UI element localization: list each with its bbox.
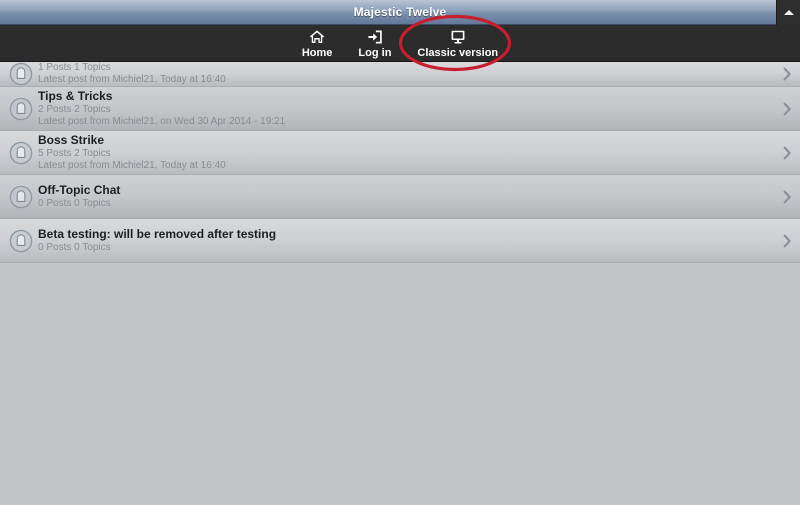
chevron-right-icon[interactable] (782, 234, 792, 248)
table-row[interactable]: Off-Topic Chat 0 Posts 0 Topics (0, 175, 800, 219)
nav-item-home[interactable]: Home (301, 25, 333, 59)
row-stats: 0 Posts 0 Topics (38, 241, 111, 253)
page-background (0, 263, 800, 500)
table-row[interactable]: 1 Posts 1 Topics Latest post from Michie… (0, 62, 800, 87)
row-title: Boss Strike (38, 132, 105, 147)
login-icon (366, 28, 384, 46)
table-row[interactable]: Beta testing: will be removed after test… (0, 219, 800, 263)
board-icon (4, 62, 38, 86)
window-titlebar: Majestic Twelve (0, 0, 800, 25)
collapse-toolbar-button[interactable] (776, 0, 800, 25)
nav-label-classic-version: Classic version (417, 47, 499, 59)
main-navigation-bar: Home Log in Classic version (0, 25, 800, 62)
row-latest-post: Latest post from Michiel21, Today at 16:… (38, 159, 226, 171)
chevron-right-icon[interactable] (782, 102, 792, 116)
table-row[interactable]: Boss Strike 5 Posts 2 Topics Latest post… (0, 131, 800, 175)
board-icon (4, 229, 38, 253)
page-title: Majestic Twelve (353, 5, 447, 19)
table-row[interactable]: Tips & Tricks 2 Posts 2 Topics Latest po… (0, 87, 800, 131)
row-latest-post: Latest post from Michiel21, on Wed 30 Ap… (38, 115, 286, 127)
nav-item-classic-version[interactable]: Classic version (417, 25, 498, 59)
caret-up-icon (783, 10, 794, 15)
row-stats: 2 Posts 2 Topics (38, 103, 111, 115)
row-stats: 0 Posts 0 Topics (38, 197, 111, 209)
chevron-right-icon[interactable] (782, 67, 792, 81)
nav-item-login[interactable]: Log in (358, 25, 391, 59)
row-stats: 5 Posts 2 Topics (38, 147, 111, 159)
board-icon (4, 185, 38, 209)
row-title: Off-Topic Chat (38, 182, 121, 197)
row-title: Tips & Tricks (38, 88, 113, 103)
row-title: Beta testing: will be removed after test… (38, 226, 277, 241)
row-stats: 1 Posts 1 Topics (38, 62, 111, 73)
board-icon (4, 97, 38, 121)
chevron-right-icon[interactable] (782, 190, 792, 204)
nav-label-home: Home (301, 47, 333, 59)
nav-label-login: Log in (358, 47, 392, 59)
home-icon (308, 28, 326, 46)
board-icon (4, 141, 38, 165)
row-latest-post: Latest post from Michiel21, Today at 16:… (38, 74, 226, 85)
chevron-right-icon[interactable] (782, 146, 792, 160)
desktop-monitor-icon (449, 28, 467, 46)
board-list: 1 Posts 1 Topics Latest post from Michie… (0, 62, 800, 263)
